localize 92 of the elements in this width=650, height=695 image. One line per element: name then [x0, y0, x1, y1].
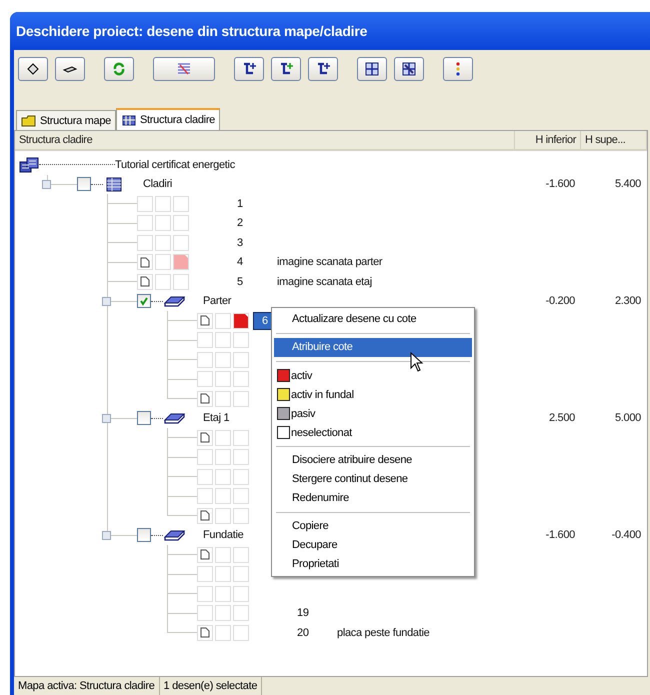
menu-item[interactable]: activ — [291, 370, 312, 382]
diamond-icon — [25, 61, 41, 77]
document-icon — [200, 432, 210, 444]
toolbar-button[interactable] — [271, 57, 301, 81]
value-cell: -1.600 — [546, 178, 575, 190]
file-slot[interactable] — [197, 508, 213, 524]
menu-item[interactable]: Proprietati — [274, 555, 472, 574]
tree-node-label[interactable]: Cladiri — [143, 178, 172, 190]
document-icon — [140, 256, 150, 268]
file-slot[interactable] — [197, 546, 213, 563]
drawing-number[interactable]: 3 — [237, 236, 243, 249]
drawing-name[interactable]: imagine scanata parter — [277, 256, 382, 268]
file-slot[interactable] — [197, 390, 213, 407]
drawing-number[interactable]: 20 — [297, 626, 309, 639]
tree-icon — [315, 61, 331, 77]
drawing-number[interactable]: 6 — [262, 314, 268, 327]
toolbar-button[interactable] — [357, 57, 387, 81]
collapse-button[interactable] — [102, 530, 111, 540]
mouse-cursor-icon — [410, 352, 424, 372]
document-icon — [200, 627, 210, 638]
status-text: Mapa activa: Structura cladire — [14, 677, 160, 695]
toolbar-button[interactable] — [308, 57, 338, 81]
lines-icon — [176, 61, 192, 77]
toolbar-button[interactable] — [394, 57, 424, 81]
toolbar-button[interactable] — [234, 57, 264, 81]
menu-item[interactable]: pasiv — [291, 408, 316, 420]
folder-icon — [21, 114, 37, 128]
column-header[interactable]: H inferior — [515, 131, 581, 149]
document-icon — [140, 276, 150, 288]
tree-node-label[interactable]: Parter — [203, 295, 232, 308]
building-icon — [121, 113, 138, 127]
menu-item[interactable]: Stergere continut desene — [274, 470, 472, 489]
column-header[interactable]: H supe... — [581, 131, 647, 149]
tree-root-label[interactable]: Tutorial certificat energetic — [115, 158, 235, 171]
file-slot[interactable] — [137, 274, 153, 290]
value-cell: -0.200 — [546, 295, 575, 308]
drawing-slot[interactable] — [215, 468, 231, 485]
collapse-button[interactable] — [102, 296, 111, 306]
document-icon — [200, 315, 210, 326]
drawing-number[interactable]: 19 — [297, 607, 309, 620]
menu-item[interactable]: Atribuire cote — [274, 338, 472, 357]
menu-item[interactable]: Actualizare desene cu cote — [274, 310, 472, 329]
drawing-number[interactable]: 5 — [237, 276, 243, 288]
drawing-name[interactable]: imagine scanata etaj — [277, 276, 372, 288]
value-cell: 5.400 — [614, 178, 641, 190]
collapse-button[interactable] — [42, 180, 51, 189]
drawing-name[interactable]: placa peste fundatie — [337, 626, 430, 639]
drawing-slot[interactable] — [215, 352, 231, 368]
tree-node-label[interactable]: Fundatie — [203, 529, 244, 542]
document-icon — [200, 549, 210, 560]
value-cell: -0.400 — [612, 529, 641, 542]
drawing-slot[interactable] — [215, 586, 231, 602]
value-cell: 2.300 — [614, 295, 641, 308]
checkbox[interactable] — [137, 528, 151, 542]
menu-item[interactable]: Redenumire — [274, 489, 472, 508]
menu-item[interactable]: Disociere atribuire desene — [274, 451, 472, 470]
drawing-number[interactable]: 4 — [237, 256, 243, 268]
toolbar-button[interactable] — [18, 57, 48, 81]
toolbar-button[interactable] — [55, 57, 85, 81]
menu-item[interactable]: neselectionat — [291, 426, 352, 438]
document-icon — [200, 510, 210, 522]
value-cell: 2.500 — [548, 412, 575, 424]
file-slot[interactable] — [137, 254, 153, 270]
drawing-slot[interactable] — [155, 215, 171, 232]
file-slot[interactable] — [197, 624, 213, 641]
drawing-slot[interactable] — [155, 196, 171, 212]
checkbox[interactable] — [77, 177, 91, 192]
drawing-number[interactable]: 1 — [237, 198, 243, 210]
buildings-icon — [19, 156, 39, 173]
status-text: 1 desen(e) selectate — [160, 677, 262, 695]
tree-icon — [241, 61, 257, 77]
checkbox[interactable] — [137, 294, 151, 308]
tab[interactable]: Structura mape — [16, 110, 116, 130]
value-cell: 5.000 — [614, 412, 641, 424]
grid-icon — [364, 61, 380, 77]
file-slot[interactable] — [197, 312, 213, 329]
document-icon — [200, 393, 210, 404]
menu-item[interactable]: Decupare — [274, 536, 472, 555]
tab[interactable]: Structura cladire — [116, 108, 220, 130]
column-header[interactable]: Structura cladire — [15, 131, 515, 149]
collapse-button[interactable] — [102, 414, 111, 423]
drawing-number[interactable]: 2 — [237, 217, 243, 230]
refresh-icon — [111, 61, 127, 77]
grid-icon — [401, 61, 417, 77]
window-title: Deschidere proiect: desene din structura mape/cladire — [16, 23, 368, 39]
tree-node-label[interactable]: Etaj 1 — [203, 412, 230, 424]
menu-item[interactable]: activ in fundal — [291, 388, 354, 400]
file-slot[interactable] — [197, 430, 213, 446]
checkbox[interactable] — [137, 411, 151, 426]
value-cell: -1.600 — [546, 529, 575, 542]
tree-icon — [278, 61, 294, 77]
menu-item[interactable]: Copiere — [274, 517, 472, 536]
